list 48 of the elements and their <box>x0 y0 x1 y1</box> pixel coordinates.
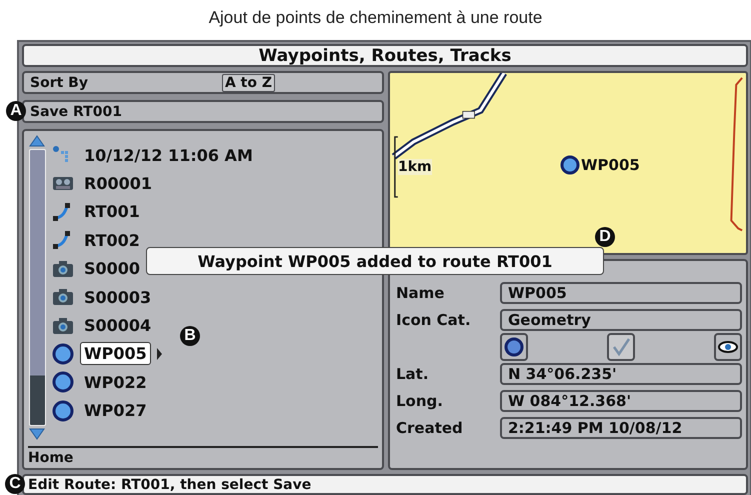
eye-icon <box>718 340 738 354</box>
field-label: Created <box>396 419 464 437</box>
checkbox[interactable] <box>607 333 635 361</box>
callout-marker: C <box>5 474 25 494</box>
field-label: Long. <box>396 392 444 410</box>
field-value[interactable]: Geometry <box>500 309 742 331</box>
list-item[interactable]: S00003 <box>80 286 156 309</box>
waypoint-icon <box>52 342 74 365</box>
list-item[interactable]: S0000 <box>80 257 144 280</box>
list-item[interactable]: RT001 <box>80 200 144 224</box>
waypoint-icon <box>52 400 74 422</box>
waypoint-label: WP005 <box>581 156 640 174</box>
notification: Waypoint WP005 added to route RT001 <box>146 247 604 275</box>
list-item[interactable]: RT002 <box>80 228 144 252</box>
sort-row[interactable]: Sort By A to Z <box>22 71 384 94</box>
list-item[interactable]: WP027 <box>80 399 151 422</box>
home-label[interactable]: Home <box>28 446 378 466</box>
sort-label: Sort By <box>30 74 88 90</box>
sort-value[interactable]: A to Z <box>222 74 276 92</box>
save-button[interactable]: Save RT001 <box>22 100 384 123</box>
field-value[interactable]: N 34°06.235' <box>500 363 742 385</box>
list-item[interactable]: R00001 <box>80 172 156 196</box>
scrollbar[interactable] <box>28 149 46 426</box>
status-bar: Edit Route: RT001, then select Save <box>22 474 748 495</box>
waypoint-icon <box>504 337 524 357</box>
field-label: Lat. <box>396 365 430 383</box>
waypoint-icon <box>560 155 580 175</box>
scale-label: 1km <box>398 159 432 175</box>
caret-icon <box>156 348 162 360</box>
list-item[interactable]: 10/12/12 11:06 AM <box>80 144 257 167</box>
icon-button[interactable] <box>500 333 528 361</box>
list-item[interactable]: WP022 <box>80 370 151 394</box>
waypoint-icon <box>52 371 74 394</box>
callout-marker: B <box>180 326 200 346</box>
scroll-down-icon <box>29 428 45 440</box>
field-value[interactable]: WP005 <box>500 282 742 304</box>
field-value[interactable]: W 084°12.368' <box>500 390 742 412</box>
caption-text: Ajout de points de cheminement à une route <box>208 7 542 29</box>
list-item[interactable]: WP005 <box>80 342 151 366</box>
field-value[interactable]: 2:21:49 PM 10/08/12 <box>500 417 742 439</box>
field-label: Name <box>396 284 446 302</box>
field-label: Icon Cat. <box>396 311 472 329</box>
callout-marker: A <box>6 101 26 121</box>
scroll-up-icon <box>29 135 45 147</box>
list-item[interactable]: S00004 <box>80 314 156 338</box>
window-title: Waypoints, Routes, Tracks <box>22 44 748 67</box>
check-icon <box>611 337 631 357</box>
visibility-button[interactable] <box>714 333 742 361</box>
